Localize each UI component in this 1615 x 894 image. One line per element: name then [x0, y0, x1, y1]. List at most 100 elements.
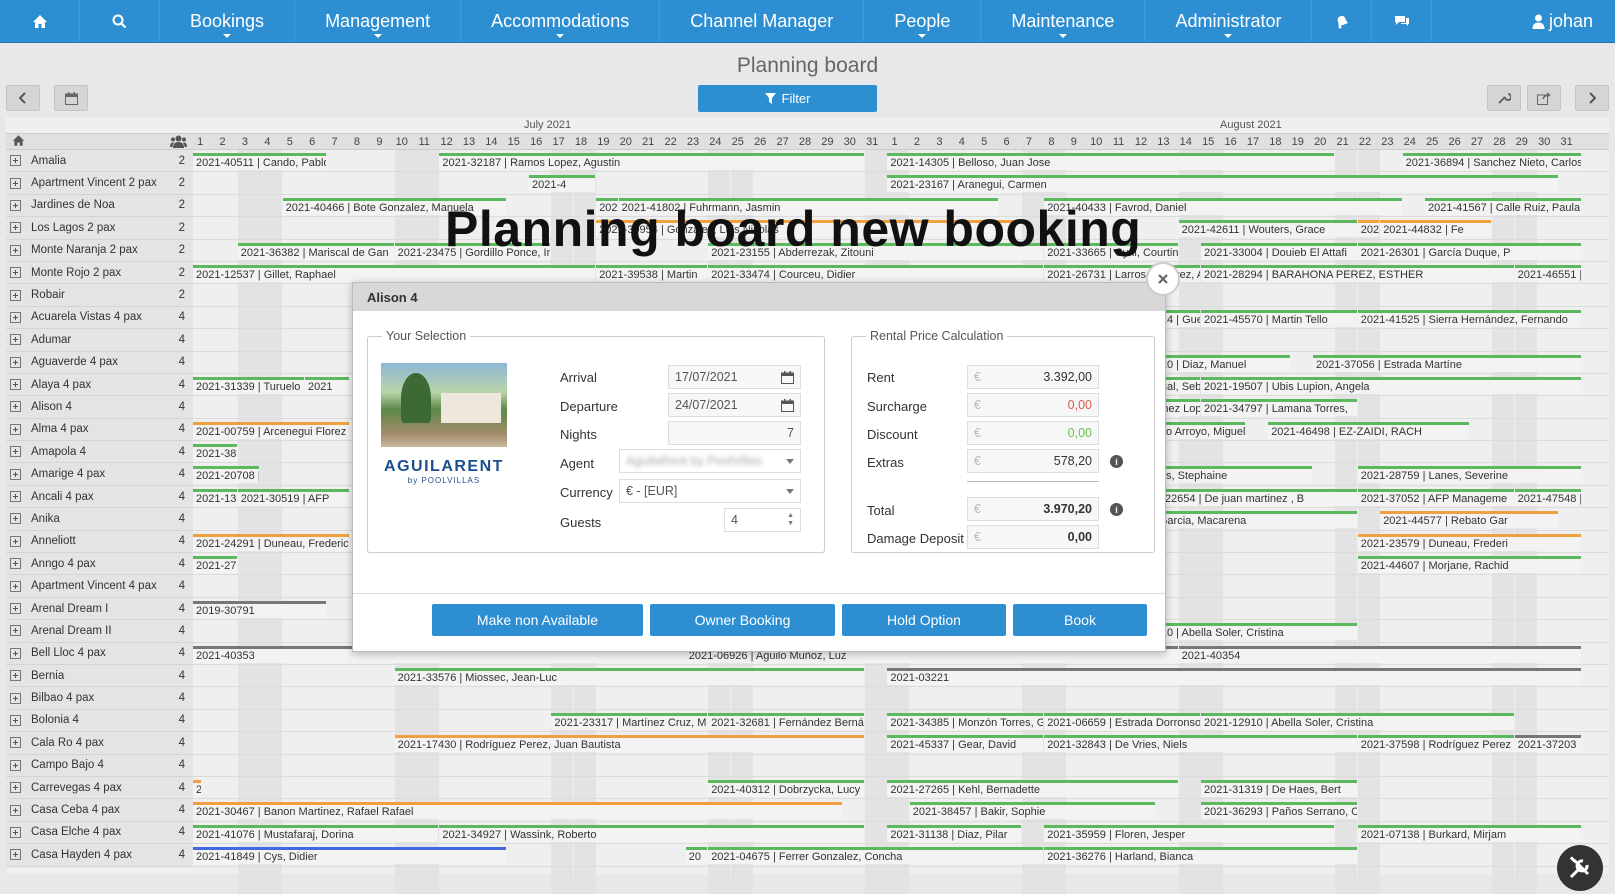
booking-bar[interactable]: 2021-37056 | Estrada Martíne — [1313, 354, 1581, 372]
expand-icon[interactable] — [10, 603, 21, 614]
booking-bar[interactable]: 2021-37203 — [1514, 735, 1581, 753]
unit-row[interactable]: Casa Hayden 4 pax 4 — [6, 844, 193, 867]
booking-bar[interactable]: 2021-41567 | Calle Ruiz, Paula — [1425, 197, 1581, 215]
chat-icon[interactable] — [1372, 0, 1433, 42]
booking-bar[interactable]: 2021-03221 — [887, 667, 1581, 685]
booking-bar[interactable]: 2021-36293 | Paños Serrano, C — [1201, 802, 1357, 820]
unit-row[interactable]: Apartment Vincent 4 pax 4 — [6, 575, 193, 598]
settings-button[interactable] — [1487, 85, 1521, 111]
unit-row[interactable]: Bilbao 4 pax 4 — [6, 687, 193, 710]
expand-icon[interactable] — [10, 155, 21, 167]
booking-bar[interactable]: 2021-34797 | Lamana Torres, — [1201, 399, 1357, 417]
booking-bar[interactable]: 2021-279 — [193, 556, 237, 574]
unit-row[interactable]: Alma 4 pax 4 — [6, 418, 193, 442]
previous-period-button[interactable] — [6, 85, 40, 111]
booking-bar[interactable]: 2021-41076 | Mustafaraj, Dorina — [193, 824, 439, 842]
booking-bar[interactable]: 2021-06659 | Estrada Dorronso — [1044, 712, 1200, 730]
booking-bar[interactable]: 2021-33004 | Douieb El Attafi — [1201, 242, 1357, 260]
unit-row[interactable]: Alison 4 4 — [6, 396, 193, 419]
nav-bookings[interactable]: Bookings — [160, 0, 296, 42]
booking-bar[interactable]: 2021-42611 | Wouters, Grace — [1178, 220, 1357, 238]
booking-bar[interactable]: 2021-23317 | Martínez Cruz, M — [551, 712, 708, 730]
unit-row[interactable]: Los Lagos 2 pax 2 — [6, 217, 193, 240]
calendar-icon[interactable] — [781, 398, 794, 412]
unit-row[interactable]: Cala Ro 4 pax 4 — [6, 732, 193, 755]
expand-icon[interactable] — [10, 625, 21, 637]
booking-bar[interactable]: 2021-40354 — [1178, 645, 1581, 663]
expand-icon[interactable] — [10, 244, 21, 256]
booking-bar[interactable]: 2021-381 — [193, 444, 237, 462]
booking-bar[interactable]: 2021-31138 | Diaz, Pilar — [887, 824, 1021, 842]
booking-bar[interactable]: 2021-41849 | Cys, Didier — [193, 847, 506, 865]
booking-bar[interactable]: 2021-07138 | Burkard, Mirjam — [1357, 824, 1581, 842]
booking-bar[interactable]: 2021-44832 | Fe — [1380, 220, 1492, 238]
expand-icon[interactable] — [10, 849, 21, 861]
home-icon[interactable] — [0, 0, 80, 42]
unit-row[interactable]: Monte Rojo 2 pax 2 — [6, 261, 193, 285]
booking-bar[interactable]: 2021-46498 | EZ-ZAIDI, RACH — [1268, 421, 1469, 439]
expand-icon[interactable] — [10, 558, 21, 570]
expand-icon[interactable] — [10, 289, 21, 301]
expand-icon[interactable] — [10, 692, 21, 704]
guests-stepper[interactable]: 4 ▲ ▼ — [724, 508, 801, 532]
arrival-date-input[interactable]: 17/07/2021 — [668, 365, 801, 389]
unit-row[interactable]: Anngo 4 pax 4 — [6, 553, 193, 576]
expand-icon[interactable] — [10, 446, 21, 458]
booking-bar[interactable]: 2021-17430 | Rodríguez Perez, Juan Bauti… — [394, 735, 864, 753]
booking-bar[interactable]: 2021-36894 | Sanchez Nieto, Carlos — [1402, 153, 1581, 170]
booking-bar[interactable]: 2021-22654 | De juan martinez , B — [1133, 488, 1357, 506]
booking-bar[interactable]: 2021-28759 | Lanes, Severine — [1357, 466, 1581, 484]
booking-bar[interactable]: 2021-36276 | Harland, Bianca — [1044, 847, 1357, 865]
booking-bar[interactable]: 2021-34927 | Wassink, Roberto — [439, 824, 864, 842]
unit-row[interactable]: Monte Naranja 2 pax 2 — [6, 239, 193, 262]
filter-button[interactable]: Filter — [698, 85, 877, 112]
expand-icon[interactable] — [10, 759, 21, 771]
expand-icon[interactable] — [10, 491, 21, 503]
make-non-available-button[interactable]: Make non Available — [432, 604, 643, 636]
nav-accommodations[interactable]: Accommodations — [461, 0, 661, 42]
nav-administrator[interactable]: Administrator — [1145, 0, 1313, 42]
booking-bar[interactable]: 2021-44577 | Rebato Gar — [1380, 511, 1559, 529]
book-button[interactable]: Book — [1013, 604, 1147, 636]
info-icon[interactable]: i — [1110, 503, 1123, 516]
unit-row[interactable]: Alaya 4 pax 4 — [6, 373, 193, 397]
unit-row[interactable]: Robair 2 — [6, 284, 193, 307]
owner-booking-button[interactable]: Owner Booking — [650, 604, 835, 636]
booking-bar[interactable]: 2021-12537 | Gillet, Raphael — [193, 264, 596, 282]
unit-row[interactable]: Anika 4 — [6, 508, 193, 531]
expand-icon[interactable] — [10, 379, 21, 391]
expand-icon[interactable] — [10, 535, 21, 547]
booking-bar[interactable]: 2021-23579 | Duneau, Frederi — [1357, 533, 1581, 551]
unit-row[interactable]: Anneliott 4 — [6, 530, 193, 554]
expand-icon[interactable] — [10, 782, 21, 794]
departure-date-input[interactable]: 24/07/2021 — [668, 393, 801, 417]
expand-icon[interactable] — [10, 356, 21, 368]
booking-bar[interactable]: 2021 — [305, 376, 349, 394]
unit-row[interactable]: Campo Bajo 4 4 — [6, 754, 193, 777]
expand-icon[interactable] — [10, 401, 21, 413]
booking-bar[interactable]: 2021-37598 | Rodríguez Perez — [1357, 735, 1514, 753]
agent-select[interactable]: AguilaRent by PoolVillas — [619, 449, 801, 473]
export-button[interactable] — [1527, 85, 1561, 111]
unit-row[interactable]: Bolonia 4 4 — [6, 709, 193, 733]
surcharge-input[interactable]: €0,00 — [967, 393, 1099, 417]
booking-bar[interactable]: 2021-14305 | Belloso, Juan Jose — [887, 153, 1335, 170]
next-period-button[interactable] — [1575, 85, 1609, 111]
expand-icon[interactable] — [10, 826, 21, 838]
stepper-arrows-icon[interactable]: ▲ ▼ — [787, 512, 794, 528]
hold-option-button[interactable]: Hold Option — [842, 604, 1006, 636]
booking-bar[interactable]: 2021-28294 | BARAHONA PEREZ, ESTHER — [1201, 264, 1514, 282]
booking-bar[interactable]: 2021-40312 | Dobrzycka, Lucy — [708, 779, 864, 797]
expand-icon[interactable] — [10, 177, 21, 189]
expand-icon[interactable] — [10, 199, 21, 211]
booking-bar[interactable]: 2021-132 — [193, 488, 237, 506]
expand-icon[interactable] — [10, 804, 21, 816]
booking-bar[interactable]: 2021-39538 | Martin — [596, 264, 708, 282]
booking-bar[interactable]: 2021-24291 | Duneau, Frederic — [193, 533, 349, 551]
discount-input[interactable]: €0,00 — [967, 421, 1099, 445]
booking-bar[interactable]: 20 — [685, 847, 708, 865]
nav-people[interactable]: People — [864, 0, 982, 42]
unit-row[interactable]: Jardines de Noa 2 — [6, 194, 193, 218]
nav-maintenance[interactable]: Maintenance — [981, 0, 1146, 42]
close-dialog-button[interactable] — [1146, 262, 1180, 296]
